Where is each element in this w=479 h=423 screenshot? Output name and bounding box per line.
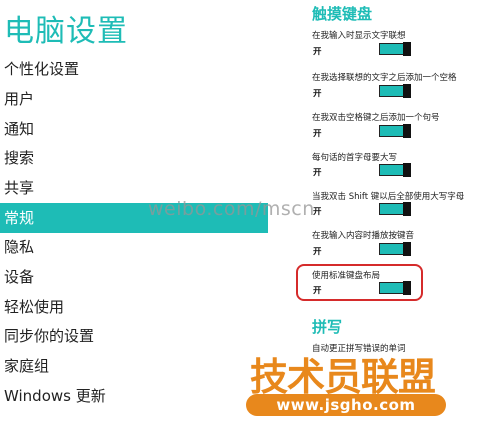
nav-item-privacy[interactable]: 隐私: [0, 232, 268, 262]
nav-item-homegroup[interactable]: 家庭组: [0, 351, 268, 381]
section-title-spelling: 拼写: [312, 318, 343, 336]
nav-item-notifications[interactable]: 通知: [0, 114, 268, 144]
setting-label-shift-caps: 当我双击 Shift 键以后全部使用大写字母: [312, 192, 465, 202]
setting-label-add-period: 在我双击空格键之后添加一个句号: [312, 113, 440, 123]
toggle-switch[interactable]: [379, 124, 411, 138]
toggle-knob: [403, 84, 411, 98]
setting-label-text-suggestions: 在我输入时显示文字联想: [312, 31, 406, 41]
toggle-state-label: 开: [313, 247, 322, 257]
site-logo-watermark: 技术员联盟: [250, 355, 436, 399]
toggle-knob: [403, 163, 411, 177]
nav-item-devices[interactable]: 设备: [0, 262, 268, 292]
toggle-switch[interactable]: [379, 84, 411, 98]
setting-label-add-space: 在我选择联想的文字之后添加一个空格: [312, 73, 457, 83]
nav-item-sync-settings[interactable]: 同步你的设置: [0, 321, 268, 351]
page-title: 电脑设置: [4, 14, 128, 49]
toggle-switch[interactable]: [379, 202, 411, 216]
nav-item-users[interactable]: 用户: [0, 84, 268, 114]
toggle-state-label: 开: [313, 47, 322, 57]
site-url-watermark: www.jsgho.com: [246, 394, 446, 416]
toggle-switch[interactable]: [379, 242, 411, 256]
nav-item-search[interactable]: 搜索: [0, 143, 268, 173]
toggle-knob: [403, 242, 411, 256]
toggle-state-label: 开: [313, 129, 322, 139]
setting-label-key-sounds: 在我输入内容时播放按键音: [312, 231, 415, 241]
toggle-knob: [403, 281, 411, 295]
setting-label-capitalize: 每句话的首字母要大写: [312, 153, 398, 163]
toggle-knob: [403, 124, 411, 138]
toggle-switch[interactable]: [379, 163, 411, 177]
nav-item-windows-update[interactable]: Windows 更新: [0, 381, 268, 411]
toggle-knob: [403, 202, 411, 216]
toggle-switch[interactable]: [379, 42, 411, 56]
weibo-watermark: weibo.com/mscn: [148, 198, 315, 220]
toggle-state-label: 开: [313, 89, 322, 99]
nav-item-personalize[interactable]: 个性化设置: [0, 54, 268, 84]
toggle-switch[interactable]: [379, 281, 411, 295]
setting-label-standard-layout: 使用标准键盘布局: [312, 271, 381, 281]
toggle-state-label: 开: [313, 286, 322, 296]
toggle-knob: [403, 42, 411, 56]
nav-item-ease-of-access[interactable]: 轻松使用: [0, 292, 268, 322]
toggle-state-label: 开: [313, 168, 322, 178]
section-title-touch-keyboard: 触摸键盘: [312, 5, 373, 23]
